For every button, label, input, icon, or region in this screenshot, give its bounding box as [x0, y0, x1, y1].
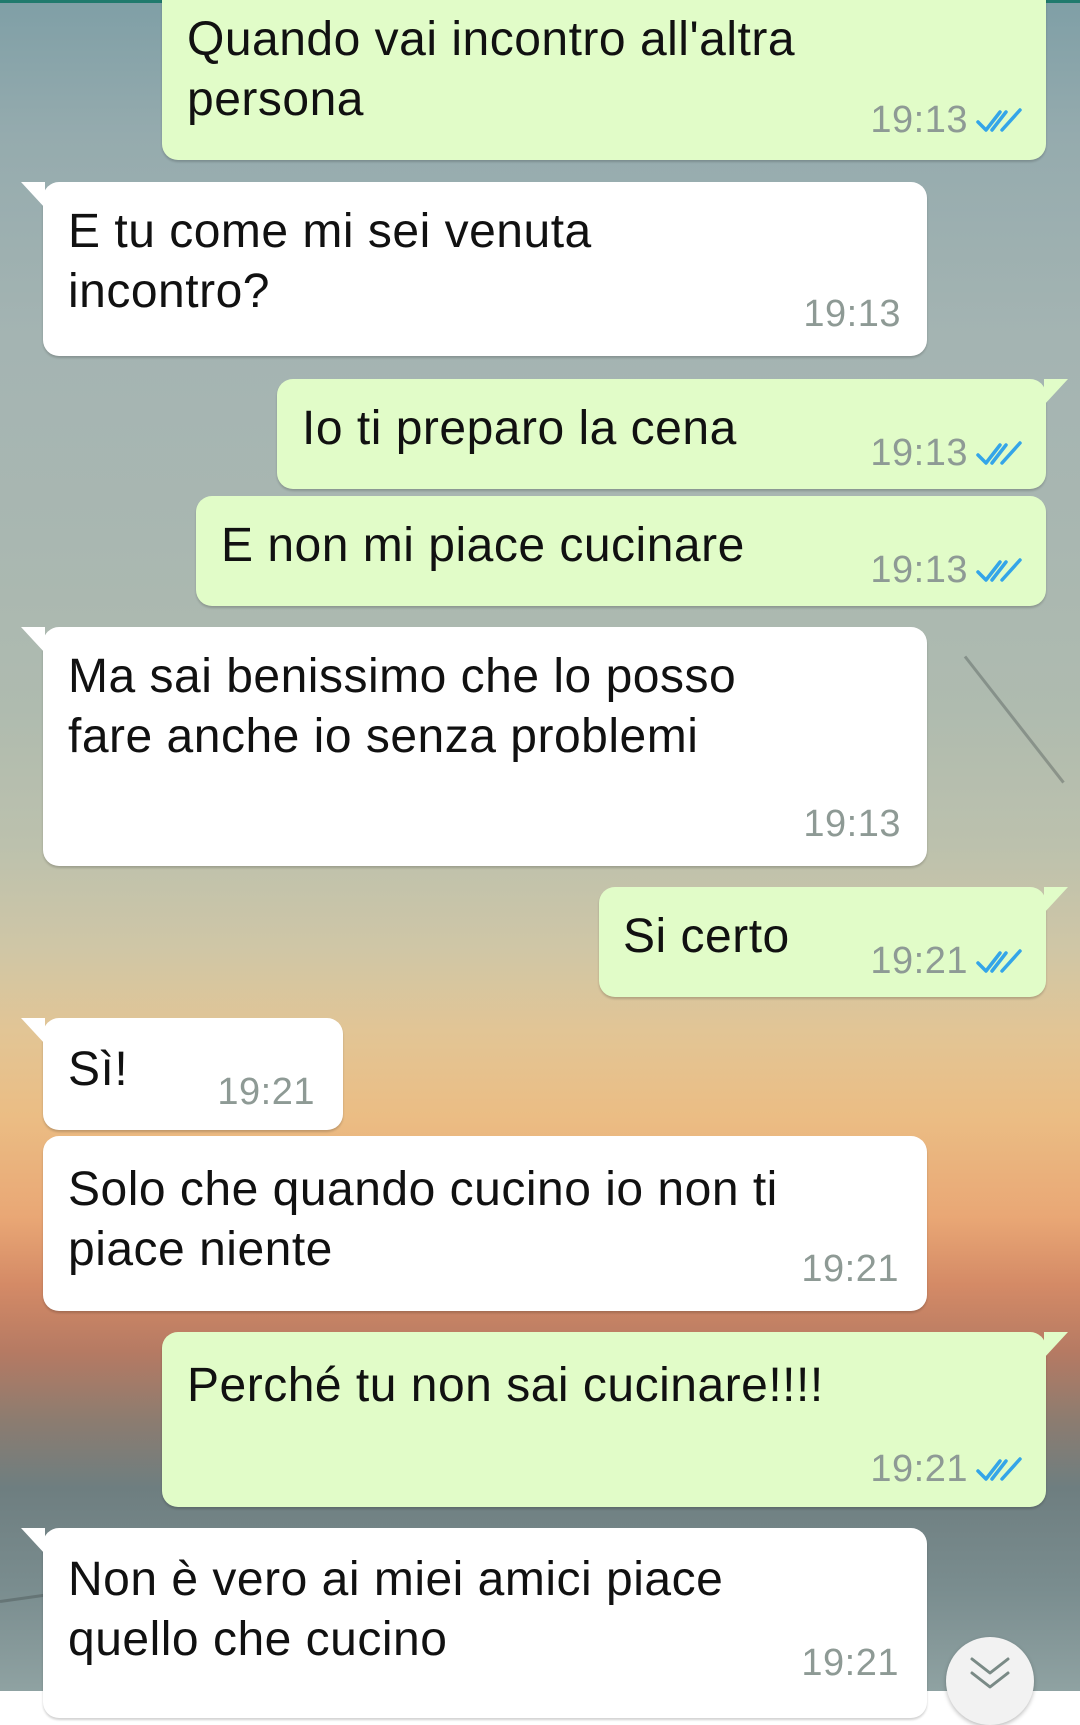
message-meta: 19:13 [870, 99, 1022, 142]
bubble-tail [1044, 887, 1068, 913]
message-time: 19:21 [801, 1248, 899, 1290]
message-time: 19:21 [870, 1448, 968, 1490]
message-text: Quando vai incontro all'altra persona [187, 13, 796, 126]
message-time: 19:21 [801, 1642, 899, 1684]
outgoing-message[interactable]: Perché tu non sai cucinare!!!! 19:21 [162, 1332, 1068, 1507]
bubble-tail [21, 627, 45, 653]
incoming-message[interactable]: Ma sai benissimo che lo posso fare anche… [21, 627, 927, 866]
incoming-message[interactable]: Non è vero ai miei amici piace quello ch… [21, 1528, 927, 1718]
double-check-icon [976, 1456, 1022, 1481]
message-meta: 19:13 [803, 293, 901, 336]
message-meta: 19:21 [870, 940, 1022, 983]
message-time: 19:13 [803, 803, 901, 845]
message-time: 19:13 [870, 549, 968, 591]
message-text: E tu come mi sei venuta incontro? [68, 205, 592, 318]
message-text: Non è vero ai miei amici piace quello ch… [68, 1553, 724, 1666]
bubble-tail [21, 182, 45, 208]
message-text: E non mi piace cucinare [221, 519, 745, 572]
message-text: Solo che quando cucino io non ti piace n… [68, 1163, 778, 1276]
message-meta: 19:21 [801, 1642, 899, 1685]
chevron-double-down-icon [970, 1657, 1010, 1689]
message-text: Sì! [68, 1043, 129, 1096]
bubble-tail [21, 1018, 45, 1044]
incoming-message[interactable]: E tu come mi sei venuta incontro? 19:13 [21, 182, 927, 356]
double-check-icon [976, 557, 1022, 582]
message-time: 19:21 [870, 940, 968, 982]
message-text: Perché tu non sai cucinare!!!! [187, 1359, 824, 1412]
message-meta: 19:21 [217, 1071, 315, 1114]
message-text: Io ti preparo la cena [302, 402, 737, 455]
scroll-to-bottom-button[interactable] [946, 1637, 1034, 1725]
bubble-tail [1044, 379, 1068, 405]
double-check-icon [976, 107, 1022, 132]
double-check-icon [976, 440, 1022, 465]
message-time: 19:13 [870, 432, 968, 474]
message-meta: 19:13 [870, 549, 1022, 592]
message-meta: 19:13 [870, 432, 1022, 475]
message-meta: 19:13 [803, 803, 901, 846]
message-time: 19:13 [870, 99, 968, 141]
outgoing-message[interactable]: E non mi piace cucinare 19:13 [196, 496, 1046, 606]
outgoing-message[interactable]: Io ti preparo la cena 19:13 [277, 379, 1068, 489]
double-check-icon [976, 948, 1022, 973]
message-meta: 19:21 [870, 1448, 1022, 1491]
bubble-tail [1044, 1332, 1068, 1358]
bubble-tail [21, 1528, 45, 1554]
incoming-message[interactable]: Solo che quando cucino io non ti piace n… [43, 1136, 927, 1311]
incoming-message[interactable]: Sì! 19:21 [21, 1018, 343, 1130]
message-time: 19:21 [217, 1071, 315, 1113]
message-meta: 19:21 [801, 1248, 899, 1291]
message-time: 19:13 [803, 293, 901, 335]
message-text: Si certo [623, 910, 790, 963]
outgoing-message[interactable]: Si certo 19:21 [599, 887, 1068, 997]
message-text: Ma sai benissimo che lo posso fare anche… [68, 650, 737, 763]
outgoing-message[interactable]: Quando vai incontro all'altra persona 19… [162, 0, 1046, 160]
